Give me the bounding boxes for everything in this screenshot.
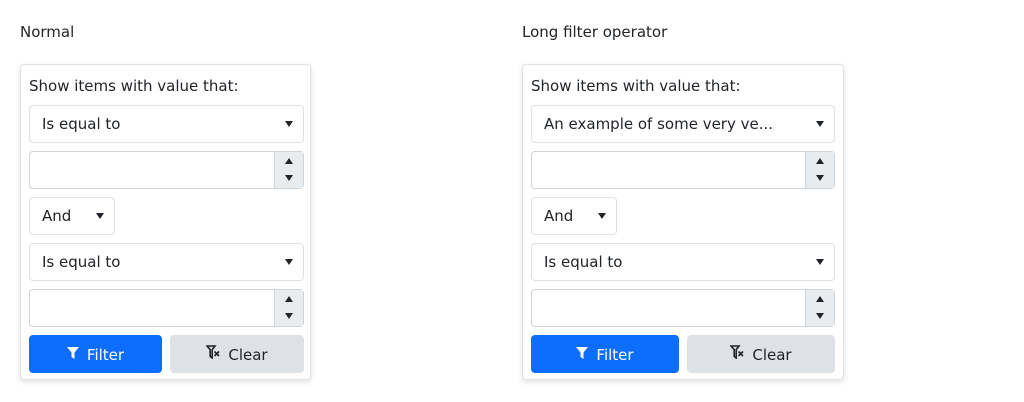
clear-button[interactable]: Clear xyxy=(170,335,304,373)
first-value-numeric xyxy=(531,151,835,189)
second-operator-dropdown[interactable]: Is equal to xyxy=(531,243,835,281)
clear-button-label: Clear xyxy=(228,346,268,364)
filter-menu: Show items with value that: An example o… xyxy=(522,64,844,380)
logic-value: And xyxy=(544,207,574,225)
arrow-down-icon xyxy=(816,313,824,319)
filter-icon xyxy=(576,335,589,373)
first-operator-value: Is equal to xyxy=(42,115,121,133)
spinner xyxy=(805,290,834,326)
arrow-up-icon xyxy=(285,158,293,164)
filter-icon xyxy=(66,335,79,373)
first-value-input[interactable] xyxy=(532,152,805,188)
second-operator-value: Is equal to xyxy=(42,253,121,271)
first-operator-value: An example of some very ve... xyxy=(544,115,774,133)
arrow-down-icon xyxy=(285,313,293,319)
first-value-input[interactable] xyxy=(30,152,274,188)
filter-clear-icon xyxy=(729,335,744,373)
increase-button[interactable] xyxy=(806,290,834,308)
arrow-up-icon xyxy=(285,296,293,302)
spinner xyxy=(274,152,303,188)
increase-button[interactable] xyxy=(806,152,834,170)
caret-down-icon xyxy=(816,259,824,265)
caret-down-icon xyxy=(96,213,104,219)
first-operator-dropdown[interactable]: Is equal to xyxy=(29,105,304,143)
filter-button-label: Filter xyxy=(596,346,634,364)
demo-title: Normal xyxy=(20,23,75,41)
decrease-button[interactable] xyxy=(275,170,303,188)
caret-down-icon xyxy=(816,121,824,127)
caret-down-icon xyxy=(285,259,293,265)
filter-menu-info: Show items with value that: xyxy=(29,77,239,95)
first-value-numeric xyxy=(29,151,304,189)
filter-menu-info: Show items with value that: xyxy=(531,77,741,95)
decrease-button[interactable] xyxy=(806,308,834,326)
arrow-down-icon xyxy=(816,175,824,181)
second-operator-dropdown[interactable]: Is equal to xyxy=(29,243,304,281)
arrow-up-icon xyxy=(816,158,824,164)
filter-menu: Show items with value that: Is equal to … xyxy=(20,64,311,380)
caret-down-icon xyxy=(598,213,606,219)
second-value-input[interactable] xyxy=(532,290,805,326)
decrease-button[interactable] xyxy=(275,308,303,326)
logic-value: And xyxy=(42,207,72,225)
filter-button[interactable]: Filter xyxy=(29,335,162,373)
filter-button-label: Filter xyxy=(86,346,125,364)
increase-button[interactable] xyxy=(275,290,303,308)
caret-down-icon xyxy=(285,121,293,127)
second-value-input[interactable] xyxy=(30,290,274,326)
arrow-up-icon xyxy=(816,296,824,302)
spinner xyxy=(274,290,303,326)
first-operator-dropdown[interactable]: An example of some very ve... xyxy=(531,105,835,143)
filter-clear-icon xyxy=(205,335,220,373)
second-value-numeric xyxy=(29,289,304,327)
arrow-down-icon xyxy=(285,175,293,181)
logic-dropdown[interactable]: And xyxy=(29,197,115,235)
clear-button-label: Clear xyxy=(752,346,792,364)
second-operator-value: Is equal to xyxy=(544,253,623,271)
clear-button[interactable]: Clear xyxy=(687,335,835,373)
increase-button[interactable] xyxy=(275,152,303,170)
filter-button[interactable]: Filter xyxy=(531,335,679,373)
logic-dropdown[interactable]: And xyxy=(531,197,617,235)
second-value-numeric xyxy=(531,289,835,327)
spinner xyxy=(805,152,834,188)
demo-title: Long filter operator xyxy=(522,23,668,41)
decrease-button[interactable] xyxy=(806,170,834,188)
